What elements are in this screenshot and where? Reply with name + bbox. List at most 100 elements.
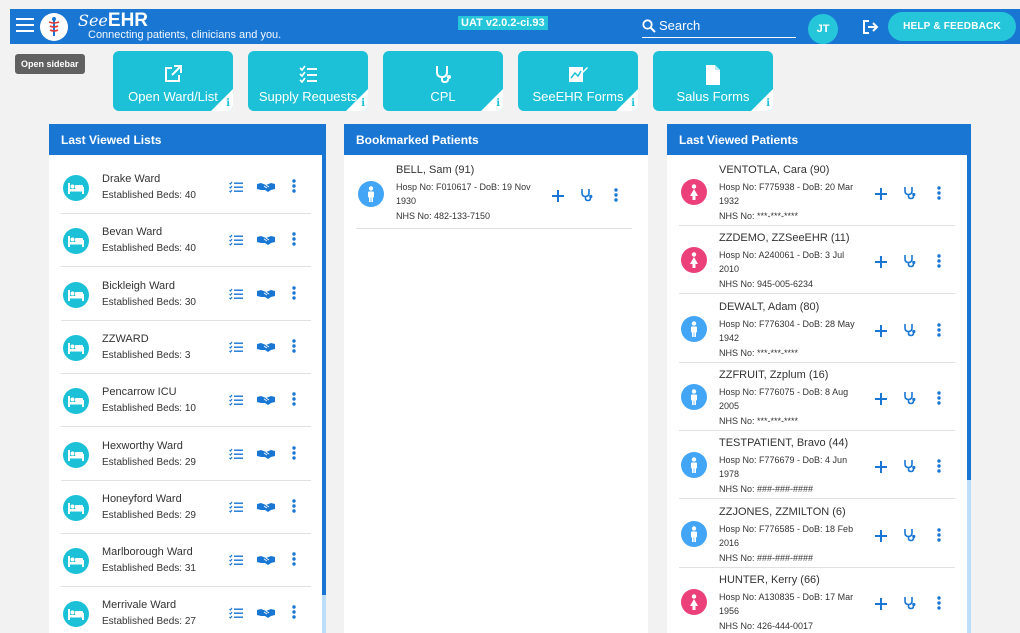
patient-row[interactable]: BELL, Sam (91) Hosp No: F010617 - DoB: 19… <box>356 158 632 229</box>
more-vert-icon[interactable] <box>292 232 296 251</box>
list-item[interactable]: Hexworthy Ward Established Beds: 29 <box>61 428 311 481</box>
list-item[interactable]: ZZWARD Established Beds: 3 <box>61 321 311 374</box>
more-vert-icon[interactable] <box>292 445 296 465</box>
more-vert-icon[interactable] <box>292 499 296 518</box>
ward-beds: Established Beds: 27 <box>102 616 196 628</box>
list-item[interactable]: Drake Ward Established Beds: 40 <box>61 161 311 214</box>
patient-dob-year: 2005 <box>719 400 740 411</box>
handshake-icon[interactable] <box>257 287 275 305</box>
patient-row[interactable]: ZZDEMO, ZZSeeEHR (11) Hosp No: A240061 - … <box>679 226 955 295</box>
add-icon[interactable] <box>875 529 887 547</box>
user-avatar[interactable]: JT <box>808 14 838 44</box>
more-vert-icon[interactable] <box>292 179 296 198</box>
more-vert-icon[interactable] <box>937 186 941 205</box>
tile-cpl[interactable]: CPL i <box>383 51 503 111</box>
more-vert-icon[interactable] <box>292 285 296 305</box>
stethoscope-icon[interactable] <box>903 323 916 342</box>
patient-dob-year: 2016 <box>719 537 740 548</box>
more-vert-icon[interactable] <box>292 605 296 624</box>
handshake-icon[interactable] <box>257 393 275 411</box>
stethoscope-icon[interactable] <box>903 459 916 478</box>
search-icon <box>642 18 656 33</box>
add-icon[interactable] <box>875 392 887 410</box>
add-icon[interactable] <box>552 189 564 207</box>
patient-row[interactable]: DEWALT, Adam (80) Hosp No: F776304 - DoB:… <box>679 295 955 363</box>
more-vert-icon[interactable] <box>292 339 296 358</box>
bookmarked-patients-panel: Bookmarked Patients BELL, Sam (91) Hosp N… <box>344 124 648 633</box>
more-vert-icon[interactable] <box>614 187 618 207</box>
list-item[interactable]: Merrivale Ward Established Beds: 27 <box>61 587 311 633</box>
list-item[interactable]: Bickleigh Ward Established Beds: 30 <box>61 268 311 321</box>
info-icon[interactable]: i <box>631 98 635 109</box>
more-vert-icon[interactable] <box>937 391 941 410</box>
tile-supply-requests[interactable]: Supply Requests i <box>248 51 368 111</box>
checklist-icon[interactable] <box>229 180 243 198</box>
add-icon[interactable] <box>875 460 887 478</box>
help-feedback-button[interactable]: HELP & FEEDBACK <box>888 12 1016 41</box>
add-icon[interactable] <box>875 597 887 615</box>
handshake-icon[interactable] <box>257 553 275 571</box>
search-bar[interactable] <box>642 14 796 38</box>
handshake-icon[interactable] <box>257 447 275 465</box>
checklist-icon <box>298 64 318 89</box>
more-vert-icon[interactable] <box>937 596 941 615</box>
info-icon[interactable]: i <box>496 98 500 109</box>
stethoscope-icon[interactable] <box>903 186 916 205</box>
stethoscope-icon[interactable] <box>580 188 593 207</box>
panel-title: Last Viewed Patients <box>667 124 971 155</box>
male-patient-icon <box>358 180 384 207</box>
handshake-icon[interactable] <box>257 500 275 518</box>
info-icon[interactable]: i <box>766 98 770 109</box>
patient-hosp-dob: Hosp No: F775938 - DoB: 20 Mar <box>719 182 854 192</box>
checklist-icon[interactable] <box>229 393 243 411</box>
last-viewed-lists-panel: Last Viewed Lists Drake Ward Established … <box>49 124 326 633</box>
stethoscope-icon[interactable] <box>903 254 916 273</box>
info-icon[interactable]: i <box>361 98 365 109</box>
logout-icon[interactable] <box>862 19 880 40</box>
patient-row[interactable]: ZZJONES, ZZMILTON (6) Hosp No: F776585 - … <box>679 500 955 568</box>
ward-name: Drake Ward <box>102 173 161 185</box>
menu-icon[interactable] <box>16 18 34 32</box>
checklist-icon[interactable] <box>229 233 243 251</box>
tile-salus-forms[interactable]: Salus Forms i <box>653 51 773 111</box>
list-item[interactable]: Honeyford Ward Established Beds: 29 <box>61 481 311 534</box>
patient-row[interactable]: VENTOTLA, Cara (90) Hosp No: F775938 - Do… <box>679 158 955 226</box>
add-icon[interactable] <box>875 255 887 273</box>
tile-seeehr-forms[interactable]: SeeEHR Forms i <box>518 51 638 111</box>
tile-open-ward-list[interactable]: Open Ward/List i <box>113 51 233 111</box>
scrollbar[interactable] <box>322 155 326 633</box>
add-icon[interactable] <box>875 324 887 342</box>
checklist-icon[interactable] <box>229 606 243 624</box>
more-vert-icon[interactable] <box>937 459 941 478</box>
list-item[interactable]: Marlborough Ward Established Beds: 31 <box>61 534 311 588</box>
more-vert-icon[interactable] <box>937 527 941 547</box>
patient-row[interactable]: TESTPATIENT, Bravo (44) Hosp No: F776679 … <box>679 431 955 500</box>
checklist-icon[interactable] <box>229 447 243 465</box>
patient-row[interactable]: ZZFRUIT, Zzplum (16) Hosp No: F776075 - D… <box>679 363 955 431</box>
more-vert-icon[interactable] <box>937 322 941 342</box>
stethoscope-icon[interactable] <box>903 391 916 410</box>
info-icon[interactable]: i <box>226 98 230 109</box>
handshake-icon[interactable] <box>257 233 275 251</box>
more-vert-icon[interactable] <box>937 254 941 273</box>
checklist-icon[interactable] <box>229 287 243 305</box>
list-item[interactable]: Bevan Ward Established Beds: 40 <box>61 214 311 268</box>
scrollbar[interactable] <box>967 155 971 633</box>
stethoscope-icon[interactable] <box>903 596 916 615</box>
add-icon[interactable] <box>875 187 887 205</box>
bed-icon <box>63 388 89 415</box>
more-vert-icon[interactable] <box>292 552 296 571</box>
patient-nhs-number: NHS No: 945-005-6234 <box>719 279 814 290</box>
handshake-icon[interactable] <box>257 606 275 624</box>
handshake-icon[interactable] <box>257 180 275 198</box>
stethoscope-icon[interactable] <box>903 528 916 547</box>
more-vert-icon[interactable] <box>292 392 296 411</box>
handshake-icon[interactable] <box>257 340 275 358</box>
checklist-icon[interactable] <box>229 553 243 571</box>
patient-row[interactable]: HUNTER, Kerry (66) Hosp No: A130835 - DoB… <box>679 568 955 633</box>
checklist-icon[interactable] <box>229 340 243 358</box>
checklist-icon[interactable] <box>229 500 243 518</box>
ward-name: Merrivale Ward <box>102 599 177 612</box>
search-input[interactable] <box>659 18 789 33</box>
list-item[interactable]: Pencarrow ICU Established Beds: 10 <box>61 374 311 428</box>
